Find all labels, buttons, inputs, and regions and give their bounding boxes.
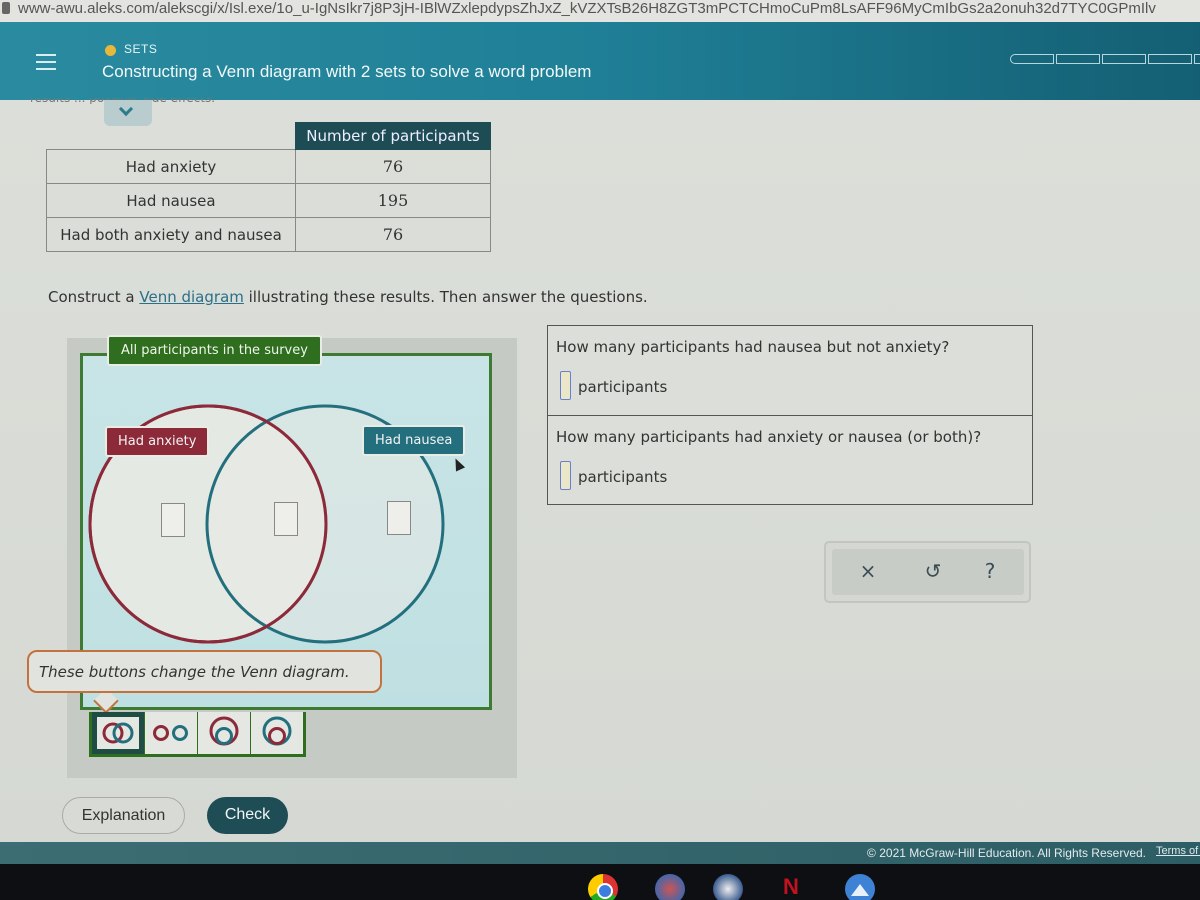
os-taskbar: N	[0, 864, 1200, 900]
overlapping-diagram-button[interactable]	[92, 712, 144, 754]
nausea-only-input[interactable]	[387, 501, 411, 535]
row-label: Had nausea	[46, 183, 296, 218]
table-row: Had nausea 195	[46, 183, 491, 218]
explanation-button[interactable]: Explanation	[62, 797, 185, 834]
progress-segment	[1010, 54, 1054, 64]
url-text: www-awu.aleks.com/alekscgi/x/Isl.exe/1o_…	[18, 0, 1156, 17]
subset-b-in-a-button[interactable]	[198, 712, 250, 754]
url-bar[interactable]: www-awu.aleks.com/alekscgi/x/Isl.exe/1o_…	[0, 0, 1200, 22]
topic-label: SETS	[124, 42, 158, 56]
venn-diagram-link[interactable]: Venn diagram	[139, 288, 243, 306]
table-row: Had anxiety 76	[46, 149, 491, 184]
chrome-icon[interactable]	[588, 874, 618, 900]
nested-circles-icon	[209, 716, 239, 746]
check-button[interactable]: Check	[207, 797, 288, 834]
column-header: Number of participants	[295, 122, 491, 150]
row-label: Had both anxiety and nausea	[46, 217, 296, 252]
answer-tools: × ↺ ?	[824, 541, 1031, 603]
anxiety-or-nausea-input[interactable]	[560, 461, 571, 490]
row-label: Had anxiety	[46, 149, 296, 184]
app-header: SETS Constructing a Venn diagram with 2 …	[0, 22, 1200, 100]
nested-circles-icon	[262, 716, 292, 746]
copyright-text: © 2021 McGraw-Hill Education. All Rights…	[867, 846, 1146, 860]
photos-icon[interactable]	[845, 874, 875, 900]
progress-segment	[1102, 54, 1146, 64]
question-text: How many participants had nausea but not…	[556, 338, 950, 356]
anxiety-only-input[interactable]	[161, 503, 185, 537]
nausea-not-anxiety-input[interactable]	[560, 371, 571, 400]
undo-icon[interactable]: ↺	[921, 559, 945, 583]
data-table: Number of participants Had anxiety 76 Ha…	[46, 122, 491, 252]
solitaire-icon[interactable]	[713, 874, 743, 900]
progress-segment	[1194, 54, 1200, 64]
question-1: How many participants had nausea but not…	[548, 326, 1032, 415]
disjoint-diagram-button[interactable]	[145, 712, 197, 754]
clear-icon[interactable]: ×	[856, 559, 880, 583]
separate-circles-icon	[153, 725, 188, 741]
universe-label[interactable]: All participants in the survey	[107, 335, 322, 366]
game-app-icon[interactable]	[655, 874, 685, 900]
question-text: How many participants had anxiety or nau…	[556, 428, 982, 446]
table-row: Had both anxiety and nausea 76	[46, 217, 491, 252]
lock-icon	[2, 2, 10, 14]
progress-bar	[1010, 54, 1200, 64]
instruction-text: Construct a Venn diagram illustrating th…	[48, 288, 648, 306]
unit-label: participants	[578, 468, 668, 486]
row-value: 76	[295, 149, 491, 184]
question-2: How many participants had anxiety or nau…	[548, 415, 1032, 504]
diagram-type-toolbar	[89, 712, 306, 757]
netflix-icon[interactable]: N	[783, 874, 803, 900]
progress-segment	[1148, 54, 1192, 64]
overlapping-circles-icon	[102, 722, 134, 744]
page-title: Constructing a Venn diagram with 2 sets …	[102, 62, 592, 81]
row-value: 76	[295, 217, 491, 252]
row-value: 195	[295, 183, 491, 218]
hint-tooltip: These buttons change the Venn diagram.	[27, 650, 382, 693]
menu-icon[interactable]	[36, 54, 56, 70]
footer: © 2021 McGraw-Hill Education. All Rights…	[0, 842, 1200, 864]
set-b-label[interactable]: Had nausea	[362, 425, 466, 456]
help-icon[interactable]: ?	[978, 559, 1002, 583]
unit-label: participants	[578, 378, 668, 396]
progress-segment	[1056, 54, 1100, 64]
both-input[interactable]	[274, 502, 298, 536]
set-a-label[interactable]: Had anxiety	[105, 426, 210, 457]
topic-status-dot	[105, 45, 116, 56]
questions-panel: How many participants had nausea but not…	[547, 325, 1033, 505]
subset-a-in-b-button[interactable]	[251, 712, 303, 754]
chevron-down-icon	[118, 101, 134, 117]
terms-link[interactable]: Terms of Use	[1156, 842, 1200, 860]
